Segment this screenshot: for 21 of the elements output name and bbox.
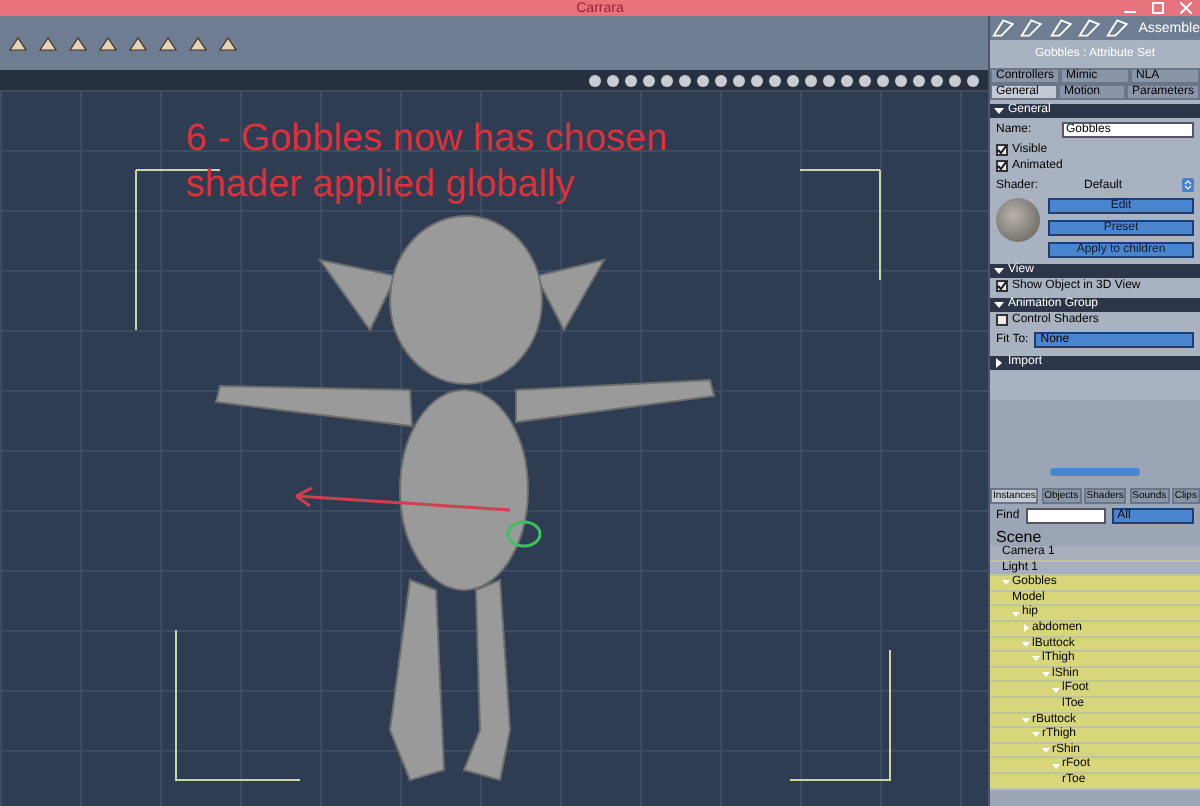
splitter-handle[interactable] (1050, 468, 1140, 476)
disclosure-triangle-icon[interactable] (994, 358, 1004, 368)
checkbox[interactable] (996, 280, 1008, 292)
checkbox[interactable] (996, 314, 1008, 326)
checkbox[interactable] (996, 144, 1008, 156)
tree-root[interactable]: Scene (990, 528, 1200, 546)
close-icon[interactable] (1180, 2, 1192, 14)
room-icon[interactable] (1018, 18, 1045, 38)
maximize-icon[interactable] (1152, 2, 1164, 14)
room-icon[interactable] (990, 18, 1017, 38)
find-field[interactable] (1025, 508, 1106, 524)
disclosure-triangle-icon[interactable] (994, 106, 1004, 116)
dropdown-button[interactable] (1182, 178, 1194, 192)
room-icon[interactable] (1104, 18, 1131, 38)
room-icon[interactable] (1047, 18, 1074, 38)
disclosure-triangle-icon[interactable] (994, 300, 1004, 310)
annotation-text: 6 - Gobbles now has chosen shader applied globally (186, 116, 670, 208)
room-icon[interactable] (1075, 18, 1102, 38)
shader-preview-sphere (996, 198, 1040, 242)
checkbox[interactable] (996, 160, 1008, 172)
disclosure-triangle-icon[interactable] (994, 266, 1004, 276)
